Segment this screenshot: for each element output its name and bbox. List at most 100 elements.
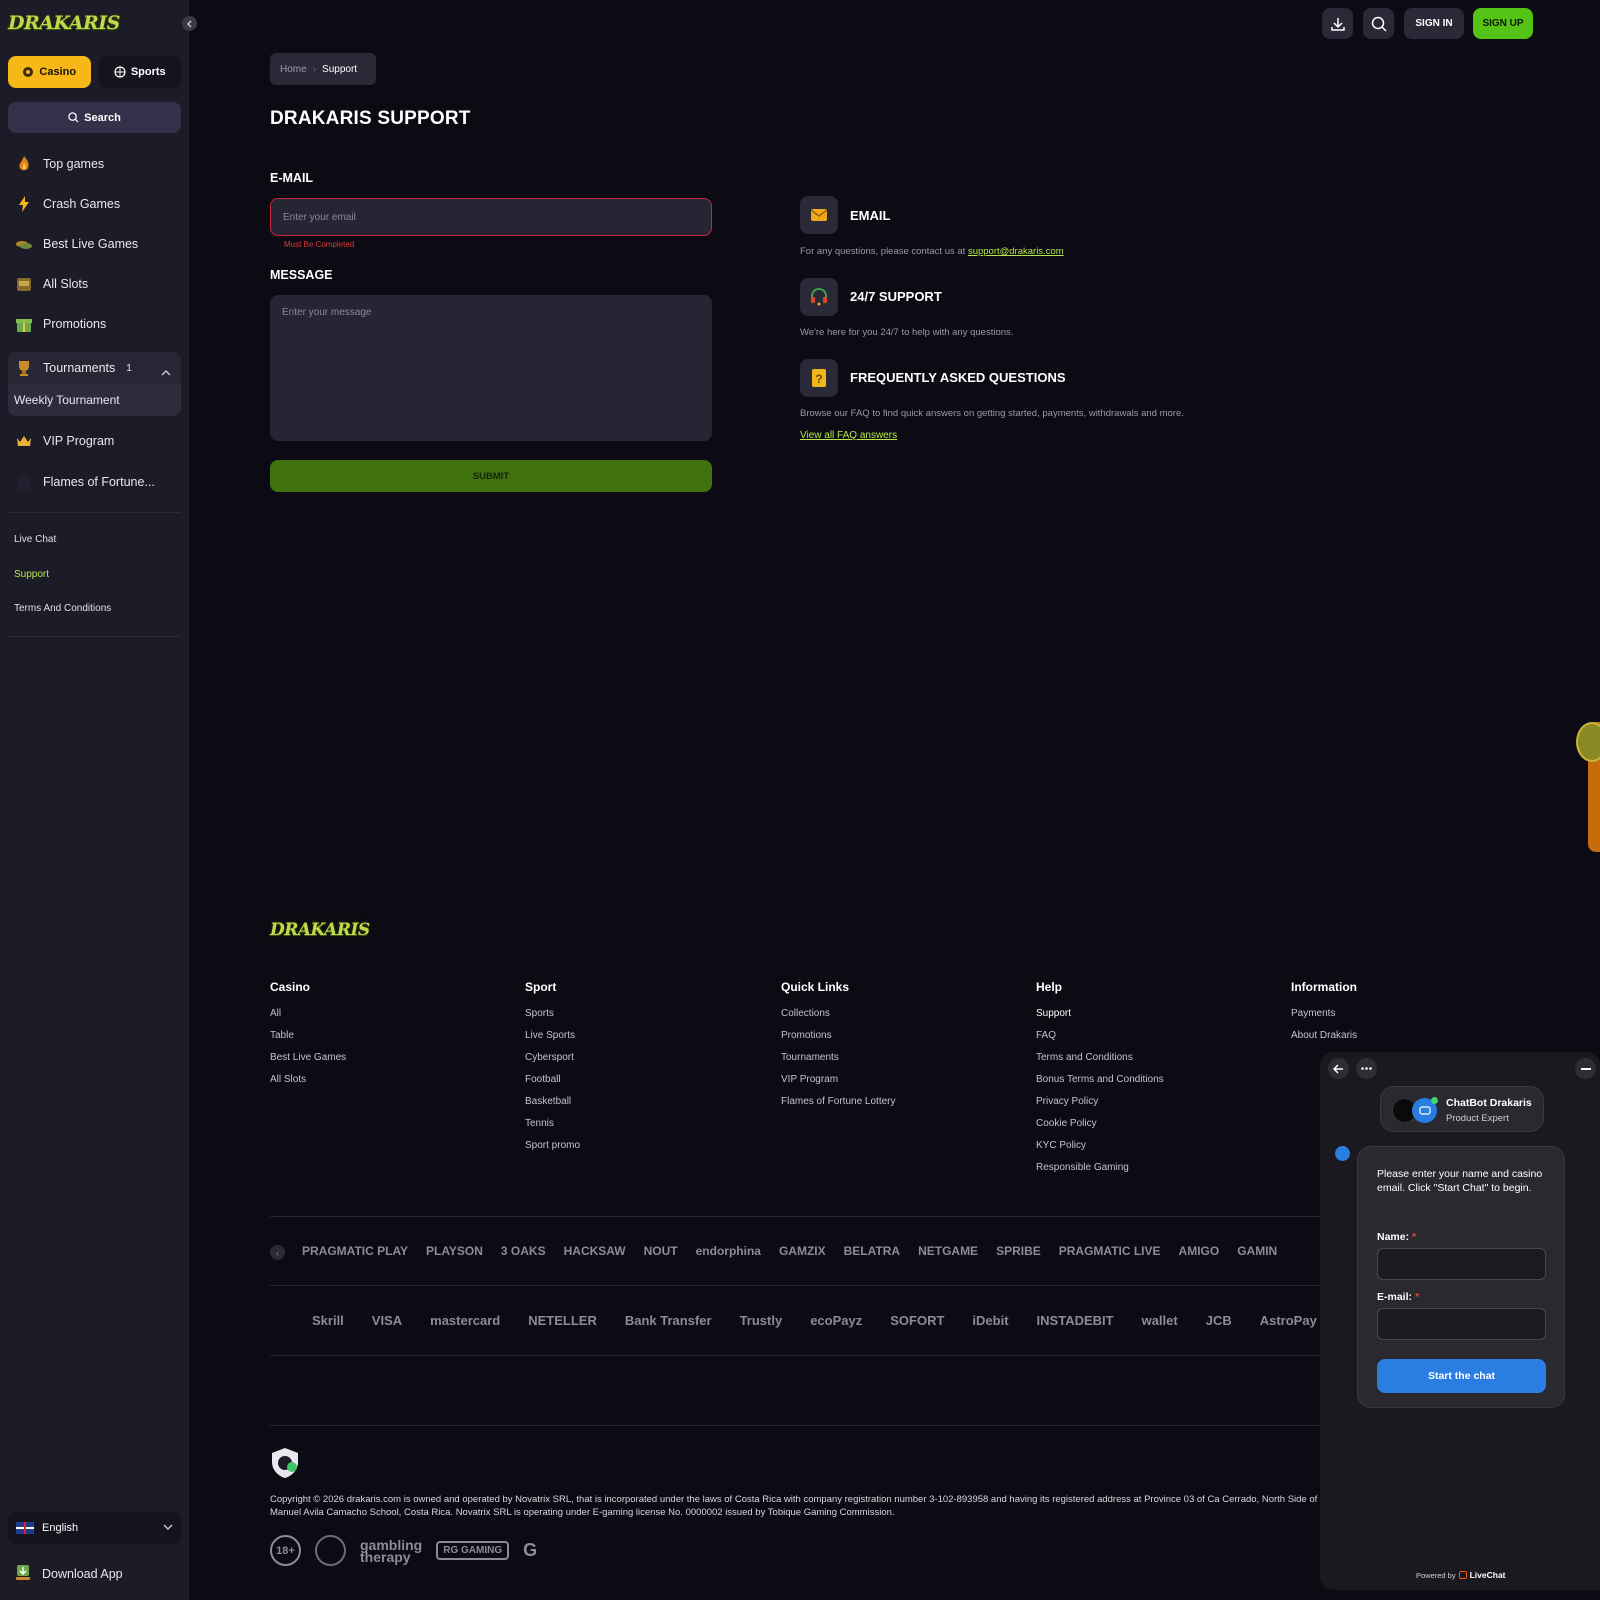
chat-minimize-button[interactable] [1575, 1058, 1596, 1079]
support-email-link[interactable]: support@drakaris.com [968, 246, 1064, 257]
footer-link[interactable]: Football [525, 1074, 580, 1096]
language-select[interactable]: English [8, 1512, 181, 1544]
gambling-therapy-badge[interactable]: gambling therapy [360, 1538, 422, 1564]
search-label: Search [84, 111, 121, 124]
footer-link[interactable]: Tennis [525, 1118, 580, 1140]
license-seal-icon[interactable] [270, 1447, 300, 1484]
sidebar-item-best-live-games[interactable]: Best Live Games [8, 227, 181, 261]
footer-link[interactable]: Table [270, 1030, 346, 1052]
footer-link[interactable]: Live Sports [525, 1030, 580, 1052]
arrow-left-icon [1333, 1063, 1343, 1074]
sidebar-item-all-slots[interactable]: All Slots [8, 267, 181, 301]
start-chat-button[interactable]: Start the chat [1377, 1359, 1546, 1393]
sidebar-item-top-games[interactable]: Top games [8, 147, 181, 181]
footer-link[interactable]: KYC Policy [1036, 1140, 1164, 1162]
sidebar-link-live-chat[interactable]: Live Chat [14, 534, 56, 545]
provider-logo[interactable]: NETGAME [918, 1239, 978, 1263]
gamcare-circle-badge [315, 1535, 346, 1566]
footer-link[interactable]: Sport promo [525, 1140, 580, 1162]
provider-logo[interactable]: endorphina [696, 1239, 761, 1263]
chat-email-label: E-mail: * [1377, 1291, 1419, 1303]
footer-link[interactable]: Collections [781, 1008, 896, 1030]
footer-link[interactable]: Payments [1291, 1008, 1357, 1030]
chips-icon [14, 234, 34, 254]
header-search-button[interactable] [1363, 8, 1394, 39]
provider-logo[interactable]: PRAGMATIC PLAY [302, 1239, 408, 1263]
provider-logo[interactable]: HACKSAW [564, 1239, 626, 1263]
sidebar-item-weekly-tournament[interactable]: Weekly Tournament [8, 384, 181, 416]
footer-logo[interactable]: DRAKARIS [270, 920, 370, 940]
tab-sports[interactable]: Sports [98, 56, 181, 88]
provider-logo[interactable]: GAMIN [1237, 1239, 1277, 1263]
sign-up-button[interactable]: SIGN UP [1473, 8, 1533, 39]
provider-logo[interactable]: AMIGO [1179, 1239, 1220, 1263]
footer-link[interactable]: Sports [525, 1008, 580, 1030]
sidebar-item-promotions[interactable]: Promotions [8, 307, 181, 341]
provider-logo[interactable]: PLAYSON [426, 1239, 483, 1263]
footer-link[interactable]: Bonus Terms and Conditions [1036, 1074, 1164, 1096]
submit-button[interactable]: SUBMIT [270, 460, 712, 492]
faq-link[interactable]: View all FAQ answers [800, 430, 897, 441]
provider-logo[interactable]: BELATRA [844, 1239, 900, 1263]
powered-by-livechat[interactable]: Powered by LiveChat [1416, 1570, 1506, 1580]
required-mark: * [1414, 1291, 1420, 1303]
footer-link[interactable]: All [270, 1008, 346, 1030]
footer-link[interactable]: Terms and Conditions [1036, 1052, 1164, 1074]
payment-logo: INSTADEBIT [1036, 1312, 1114, 1328]
breadcrumb-home[interactable]: Home [280, 64, 307, 75]
provider-logo[interactable]: PRAGMATIC LIVE [1059, 1239, 1161, 1263]
email-field[interactable] [270, 198, 712, 236]
chevron-right-icon: › [312, 63, 317, 75]
sidebar-item-crash-games[interactable]: Crash Games [8, 187, 181, 221]
message-field[interactable] [270, 295, 712, 441]
footer-link[interactable]: Privacy Policy [1036, 1096, 1164, 1118]
footer-link[interactable]: Promotions [781, 1030, 896, 1052]
sidebar-link-terms[interactable]: Terms And Conditions [14, 603, 111, 614]
gamcare-badge[interactable]: G [523, 1540, 537, 1561]
search-button[interactable]: Search [8, 102, 181, 133]
sidebar-item-tournaments[interactable]: Tournaments 1 [8, 352, 181, 384]
chat-back-button[interactable] [1328, 1058, 1349, 1079]
chat-name-input[interactable] [1377, 1248, 1546, 1280]
footer-link[interactable]: VIP Program [781, 1074, 896, 1096]
provider-logo[interactable]: 3 OAKS [501, 1239, 546, 1263]
responsible-gaming-badge[interactable]: RG GAMING [436, 1541, 510, 1560]
chevron-up-icon[interactable] [161, 364, 171, 382]
lucky-wheel-icon[interactable] [1576, 722, 1600, 762]
tab-casino[interactable]: Casino [8, 56, 91, 88]
payment-logo: AstroPay [1259, 1312, 1317, 1328]
footer-col-quick-links: Quick Links Collections Promotions Tourn… [781, 980, 896, 1118]
footer-link[interactable]: Tournaments [781, 1052, 896, 1074]
chat-more-button[interactable] [1356, 1058, 1377, 1079]
sidebar-item-flames-of-fortune[interactable]: Flames of Fortune... [8, 465, 181, 499]
footer-link[interactable]: Support [1036, 1008, 1164, 1030]
collapse-sidebar-button[interactable] [182, 16, 197, 31]
chat-email-input[interactable] [1377, 1308, 1546, 1340]
footer-link[interactable]: Cookie Policy [1036, 1118, 1164, 1140]
download-button[interactable] [1322, 8, 1353, 39]
download-app-button[interactable]: Download App [14, 1563, 123, 1584]
footer-link[interactable]: Flames of Fortune Lottery [781, 1096, 896, 1118]
brand-logo[interactable]: DRAKARIS [8, 10, 120, 36]
provider-logo[interactable]: GAMZIX [779, 1239, 826, 1263]
footer-link[interactable]: Responsible Gaming [1036, 1162, 1164, 1184]
livechat-widget: ChatBot Drakaris Product Expert Please e… [1320, 1052, 1600, 1590]
sidebar-item-vip-program[interactable]: VIP Program [8, 424, 181, 458]
provider-logo[interactable]: NOUT [644, 1239, 678, 1263]
sidebar-link-support[interactable]: Support [14, 569, 49, 580]
carousel-prev-button[interactable]: ‹ [270, 1245, 285, 1260]
footer-link[interactable]: All Slots [270, 1074, 346, 1096]
footer-link[interactable]: Basketball [525, 1096, 580, 1118]
sidebar-item-label: VIP Program [43, 434, 115, 448]
crown-icon [14, 431, 34, 451]
footer-link[interactable]: About Drakaris [1291, 1030, 1357, 1052]
footer-link[interactable]: Cybersport [525, 1052, 580, 1074]
faq-info-title: FREQUENTLY ASKED QUESTIONS [850, 370, 1066, 385]
footer-link[interactable]: FAQ [1036, 1030, 1164, 1052]
footer-link[interactable]: Best Live Games [270, 1052, 346, 1074]
minimize-icon [1580, 1067, 1591, 1070]
payment-logo: ecoPayz [810, 1312, 863, 1328]
provider-logo[interactable]: SPRIBE [996, 1239, 1041, 1263]
age-18-badge: 18+ [270, 1535, 301, 1566]
sign-in-button[interactable]: SIGN IN [1404, 8, 1464, 39]
